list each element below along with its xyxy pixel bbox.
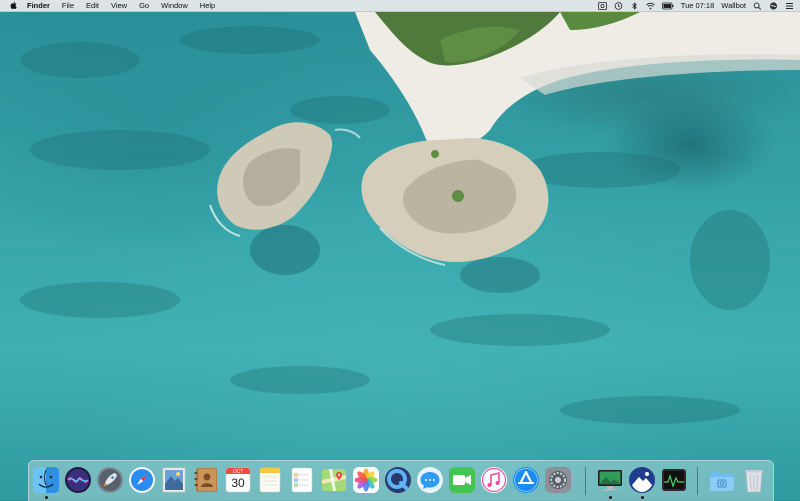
user-name[interactable]: Wallbot bbox=[721, 1, 746, 10]
menu-clock[interactable]: Tue 07:18 bbox=[681, 1, 715, 10]
battery-icon[interactable] bbox=[661, 2, 674, 10]
system-preferences-icon[interactable] bbox=[544, 466, 572, 494]
menu-edit[interactable]: Edit bbox=[86, 1, 99, 10]
menu-bar: Finder File Edit View Go Window Help Tue… bbox=[0, 0, 800, 12]
wallpaper-app-running-indicator bbox=[641, 496, 644, 499]
notes-icon[interactable] bbox=[256, 466, 284, 494]
notification-center-icon[interactable] bbox=[785, 2, 794, 10]
menu-go[interactable]: Go bbox=[139, 1, 149, 10]
calendar-icon[interactable]: OCT 30 bbox=[224, 466, 252, 494]
finder-icon[interactable] bbox=[32, 466, 60, 494]
photos-icon[interactable] bbox=[352, 466, 380, 494]
messages-icon[interactable] bbox=[416, 466, 444, 494]
activity-monitor-icon[interactable] bbox=[660, 466, 688, 494]
wallpaper-app-icon[interactable] bbox=[628, 466, 656, 494]
mail-icon[interactable] bbox=[160, 466, 188, 494]
desktop-app-running-indicator bbox=[609, 496, 612, 499]
safari-icon[interactable] bbox=[128, 466, 156, 494]
finder-running-indicator bbox=[45, 496, 48, 499]
facetime-icon[interactable] bbox=[448, 466, 476, 494]
maps-icon[interactable] bbox=[320, 466, 348, 494]
bluetooth-icon[interactable] bbox=[630, 1, 639, 10]
reminders-icon[interactable] bbox=[288, 466, 316, 494]
dock-separator bbox=[697, 467, 698, 495]
siri-menubar-icon[interactable] bbox=[769, 1, 778, 10]
dock-separator bbox=[585, 467, 586, 495]
quicktime-icon[interactable] bbox=[384, 466, 412, 494]
calendar-day-label: 30 bbox=[231, 476, 245, 490]
menu-view[interactable]: View bbox=[111, 1, 127, 10]
status-area: Tue 07:18 Wallbot bbox=[597, 0, 794, 11]
siri-icon[interactable] bbox=[64, 466, 92, 494]
launchpad-icon[interactable] bbox=[96, 466, 124, 494]
menu-window[interactable]: Window bbox=[161, 1, 188, 10]
itunes-icon[interactable] bbox=[480, 466, 508, 494]
time-machine-icon[interactable] bbox=[614, 1, 623, 10]
desktop-wallpaper bbox=[0, 0, 800, 500]
menu-help[interactable]: Help bbox=[200, 1, 215, 10]
apple-menu-icon[interactable] bbox=[9, 1, 18, 10]
spotlight-search-icon[interactable] bbox=[753, 1, 762, 10]
desktop-app-icon[interactable] bbox=[596, 466, 624, 494]
calendar-month-label: OCT bbox=[233, 469, 244, 475]
menu-file[interactable]: File bbox=[62, 1, 74, 10]
contacts-icon[interactable] bbox=[192, 466, 220, 494]
downloads-folder-icon[interactable] bbox=[708, 466, 736, 494]
wifi-icon[interactable] bbox=[646, 2, 655, 10]
dock: OCT 30 bbox=[28, 460, 774, 501]
menu-finder[interactable]: Finder bbox=[27, 1, 50, 10]
screenshot-status-icon[interactable] bbox=[597, 1, 607, 10]
trash-icon[interactable] bbox=[740, 466, 768, 494]
app-store-icon[interactable] bbox=[512, 466, 540, 494]
wallpaper-artwork bbox=[20, 12, 800, 424]
